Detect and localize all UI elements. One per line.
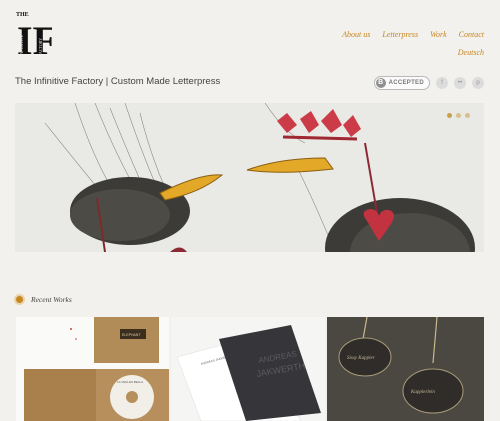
language-switch-deutsch[interactable]: Deutsch <box>458 48 484 57</box>
pinterest-icon[interactable]: p <box>472 77 484 89</box>
hero-slideshow[interactable] <box>15 103 484 252</box>
logo-infinitive: INFINITIVE <box>19 34 24 56</box>
nav-work[interactable]: Work <box>430 30 447 39</box>
recent-works-label: Recent Works <box>31 295 72 304</box>
hero-birds-illustration <box>15 103 484 252</box>
bitcoin-icon: B <box>375 78 386 88</box>
business-cards-photo: ANDREAS JAKWERTH ANDREAS JAKWERTH <box>171 317 325 421</box>
bitcoin-badge-label: ACCEPTED <box>388 80 424 86</box>
flickr-icon[interactable]: •• <box>454 77 466 89</box>
slide-dot-1[interactable] <box>447 113 452 118</box>
recent-works-heading: Recent Works <box>16 295 72 304</box>
tags-photo: Sissy Kappler Kapplerlein <box>327 317 484 421</box>
bitcoin-accepted-badge[interactable]: B ACCEPTED <box>373 76 430 90</box>
facebook-icon[interactable]: f <box>436 77 448 89</box>
tag-2-text: Kapplerlein <box>410 390 435 395</box>
cd-text: LA VIDA ES BELLA <box>117 380 143 384</box>
nav-contact[interactable]: Contact <box>459 30 484 39</box>
infinitive-factory-logo[interactable]: THE IF INFINITIVE FACTORY <box>14 10 52 60</box>
logo-factory: FACTORY <box>38 38 43 56</box>
cd-packaging-photo: ELEPHANT LA VIDA ES BELLA <box>16 317 169 421</box>
social-bar: B ACCEPTED f •• p <box>373 76 484 90</box>
slideshow-pagination <box>447 113 470 118</box>
slide-dot-2[interactable] <box>456 113 461 118</box>
nav-letterpress[interactable]: Letterpress <box>382 30 418 39</box>
slide-dot-3[interactable] <box>465 113 470 118</box>
main-nav: About us Letterpress Work Contact <box>342 30 484 39</box>
work-thumbnail-cd-packaging[interactable]: ELEPHANT LA VIDA ES BELLA <box>16 317 169 421</box>
stamp-text: ELEPHANT <box>122 333 141 337</box>
nav-about-us[interactable]: About us <box>342 30 370 39</box>
work-thumbnail-business-cards[interactable]: ANDREAS JAKWERTH ANDREAS JAKWERTH <box>171 317 325 421</box>
page-tagline: The Infinitive Factory | Custom Made Let… <box>15 76 221 87</box>
tag-1-text: Sissy Kappler <box>347 356 375 361</box>
work-thumbnail-tags[interactable]: Sissy Kappler Kapplerlein <box>327 317 484 421</box>
bullet-icon <box>16 296 23 303</box>
